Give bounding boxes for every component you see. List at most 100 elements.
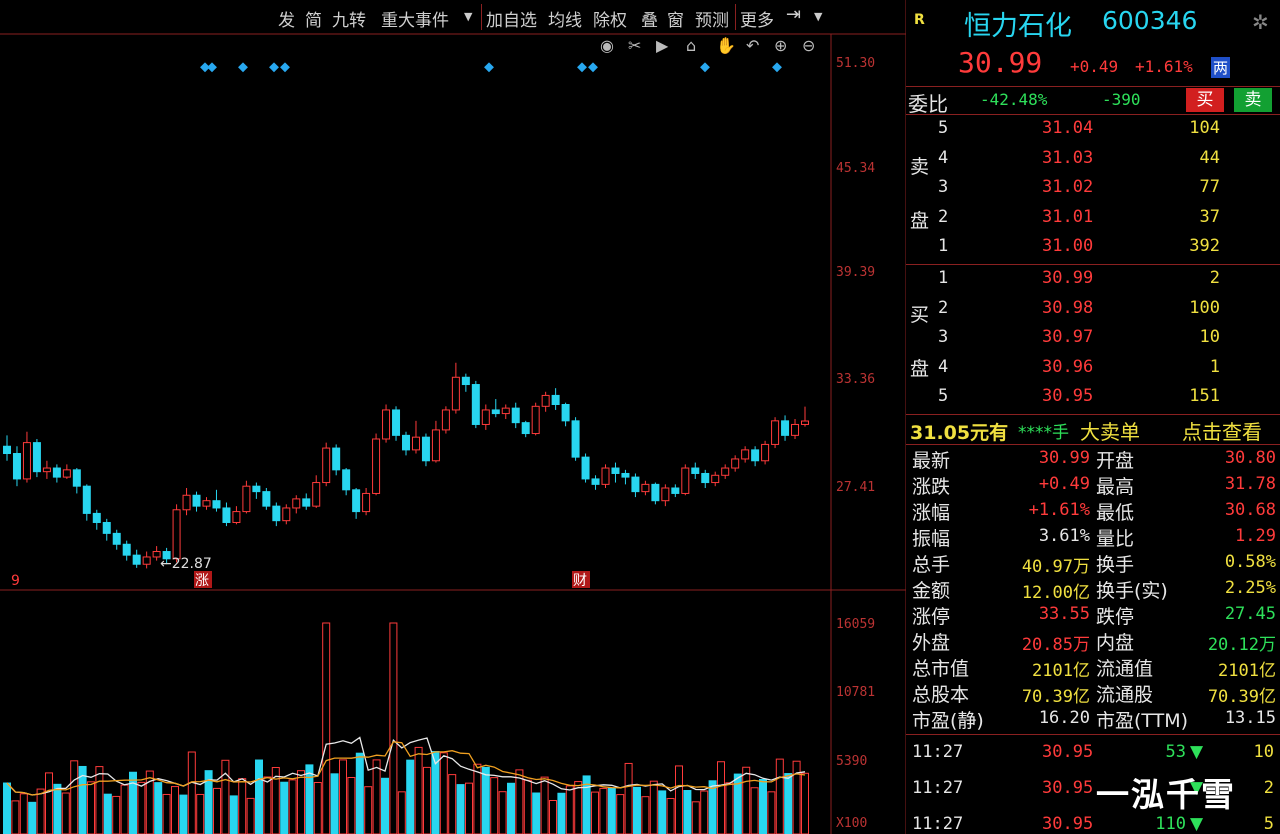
volume-bar-up — [742, 766, 751, 834]
volume-axis-label: X100 — [836, 816, 867, 831]
volume-bar-down — [53, 783, 62, 834]
quote-label: 换手 — [1096, 554, 1135, 576]
candle-down — [631, 476, 640, 493]
price-axis-label: 45.34 — [836, 161, 875, 176]
price-axis-label: 33.36 — [836, 372, 875, 387]
volume-bar-down — [330, 773, 339, 834]
event-marker-icon — [700, 62, 710, 73]
volume-bar-up — [187, 751, 196, 834]
toolbar-more[interactable]: 更多 — [740, 6, 774, 31]
volume-bar-up — [591, 791, 599, 834]
event-marker-icon — [207, 62, 217, 73]
volume-bar-up — [473, 763, 482, 834]
candle-up — [731, 458, 740, 469]
candle-down — [471, 384, 480, 425]
margin-badge: 两 — [1211, 57, 1231, 78]
quote-value: 20.12万 — [1207, 635, 1276, 655]
candle-down — [561, 404, 570, 422]
tick-time: 11:27 — [912, 742, 964, 762]
order-volume: 151 — [1189, 386, 1220, 406]
candle-up — [661, 487, 670, 502]
zoom-in-icon[interactable]: ⊕ — [774, 36, 787, 55]
hand-icon[interactable]: ✋ — [716, 36, 736, 55]
toolbar-divider — [481, 4, 482, 30]
more-dropdown-icon[interactable]: ▼ — [814, 10, 822, 23]
toolbar-overlay[interactable]: 叠 — [641, 6, 658, 31]
volume-bar-up — [19, 793, 28, 834]
candle-up — [42, 467, 51, 473]
quote-label: 总手 — [912, 554, 951, 576]
volume-bar-up — [574, 781, 583, 834]
quote-value: 2101亿 — [1218, 661, 1276, 681]
volume-bar-up — [238, 778, 247, 834]
r-flag: R — [914, 12, 925, 28]
volume-bar-down — [456, 784, 465, 834]
scissors-icon[interactable]: ✂ — [628, 36, 641, 55]
candle-up — [481, 409, 490, 425]
toolbar-forecast[interactable]: 预测 — [695, 6, 729, 31]
toolbar-fa[interactable]: 发 — [278, 6, 295, 31]
eye-icon[interactable]: ◉ — [600, 36, 614, 55]
candle-down — [581, 456, 590, 480]
ratio-diff: -390 — [1102, 90, 1141, 109]
candle-down — [511, 407, 520, 424]
candle-up — [172, 509, 181, 560]
volume-axis-label: 16059 — [836, 617, 875, 632]
order-price: 30.97 — [1042, 327, 1094, 347]
quote-label: 最低 — [1096, 502, 1135, 524]
toolbar-moving-average[interactable]: 均线 — [548, 6, 582, 31]
toolbar-ex-rights[interactable]: 除权 — [593, 6, 627, 31]
event-marker-icon — [238, 62, 248, 73]
quote-value: 70.39亿 — [1021, 687, 1090, 707]
candle-down — [52, 467, 61, 478]
volume-bar-down — [683, 790, 692, 834]
price-change-pct: +1.61% — [1135, 57, 1193, 76]
toolbar-nine-turn[interactable]: 九转 — [332, 6, 366, 31]
tick-price: 30.95 — [1042, 778, 1094, 798]
divider — [906, 734, 1280, 735]
tick-price: 30.95 — [1042, 814, 1094, 834]
toolbar-major-events[interactable]: 重大事件 — [381, 6, 449, 31]
volume-bar-up — [490, 777, 499, 834]
order-volume: 37 — [1199, 206, 1220, 227]
event-label: 9 — [11, 573, 20, 589]
candle-down — [781, 420, 790, 436]
volume-bar-up — [423, 766, 431, 834]
sell-button[interactable]: 卖 — [1234, 88, 1272, 112]
order-volume: 1 — [1209, 356, 1220, 377]
toolbar-jian[interactable]: 简 — [305, 6, 322, 31]
quote-value: 31.78 — [1224, 474, 1276, 494]
settings-gear-icon[interactable]: ✲ — [1252, 10, 1269, 34]
buy-button[interactable]: 买 — [1186, 88, 1224, 112]
volume-bar-up — [767, 791, 776, 834]
quote-label: 外盘 — [912, 632, 951, 654]
candle-down — [272, 505, 281, 522]
candle-up — [242, 485, 251, 513]
toolbar-add-watchlist[interactable]: 加自选 — [486, 6, 537, 31]
candle-up — [501, 407, 510, 415]
candle-up — [382, 409, 391, 440]
candle-down — [701, 472, 710, 484]
volume-bar-up — [36, 788, 45, 834]
kline-chart[interactable]: 51.30 45.34 39.39 33.36 27.41 16059 10781 5390 X… — [0, 0, 906, 834]
candle-up — [531, 405, 540, 435]
order-price: 30.99 — [1042, 268, 1094, 288]
major-events-dropdown-icon[interactable]: ▼ — [464, 10, 472, 23]
candle-up — [741, 449, 750, 460]
lock-icon[interactable]: ⌂ — [686, 36, 696, 55]
sell-side-label: 盘 — [910, 210, 930, 232]
order-level: 4 — [938, 356, 949, 377]
event-label: 财 — [573, 573, 587, 589]
toolbar-window[interactable]: 窗 — [667, 6, 684, 31]
buy-side-label: 盘 — [910, 358, 930, 380]
volume-bar-down — [129, 771, 137, 834]
volume-bar-down — [305, 764, 314, 834]
view-details-link[interactable]: 点击查看 — [1182, 416, 1262, 445]
skip-to-end-icon[interactable]: ⇥ — [786, 4, 801, 25]
volume-bar-up — [322, 622, 331, 834]
undo-icon[interactable]: ↶ — [746, 36, 759, 55]
play-icon[interactable]: ▶ — [656, 36, 668, 55]
quote-value: 1.29 — [1235, 526, 1276, 546]
zoom-out-icon[interactable]: ⊖ — [802, 36, 815, 55]
volume-bar-down — [381, 777, 389, 834]
